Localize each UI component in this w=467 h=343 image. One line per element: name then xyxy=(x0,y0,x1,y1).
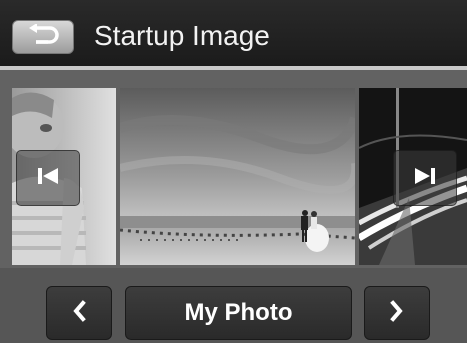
next-option-button[interactable] xyxy=(364,286,430,340)
skip-previous-icon xyxy=(37,167,59,190)
page-title: Startup Image xyxy=(94,20,270,51)
skip-next-icon xyxy=(414,167,436,190)
skip-previous-button[interactable] xyxy=(16,150,80,206)
back-button[interactable] xyxy=(12,20,74,54)
previous-option-button[interactable] xyxy=(46,286,112,340)
chevron-right-icon xyxy=(390,299,404,327)
chevron-left-icon xyxy=(72,299,86,327)
thumbnail-current[interactable] xyxy=(120,88,355,265)
return-arrow-icon xyxy=(26,22,60,51)
current-option-label[interactable]: My Photo xyxy=(125,286,352,340)
skip-next-button[interactable] xyxy=(393,150,457,206)
